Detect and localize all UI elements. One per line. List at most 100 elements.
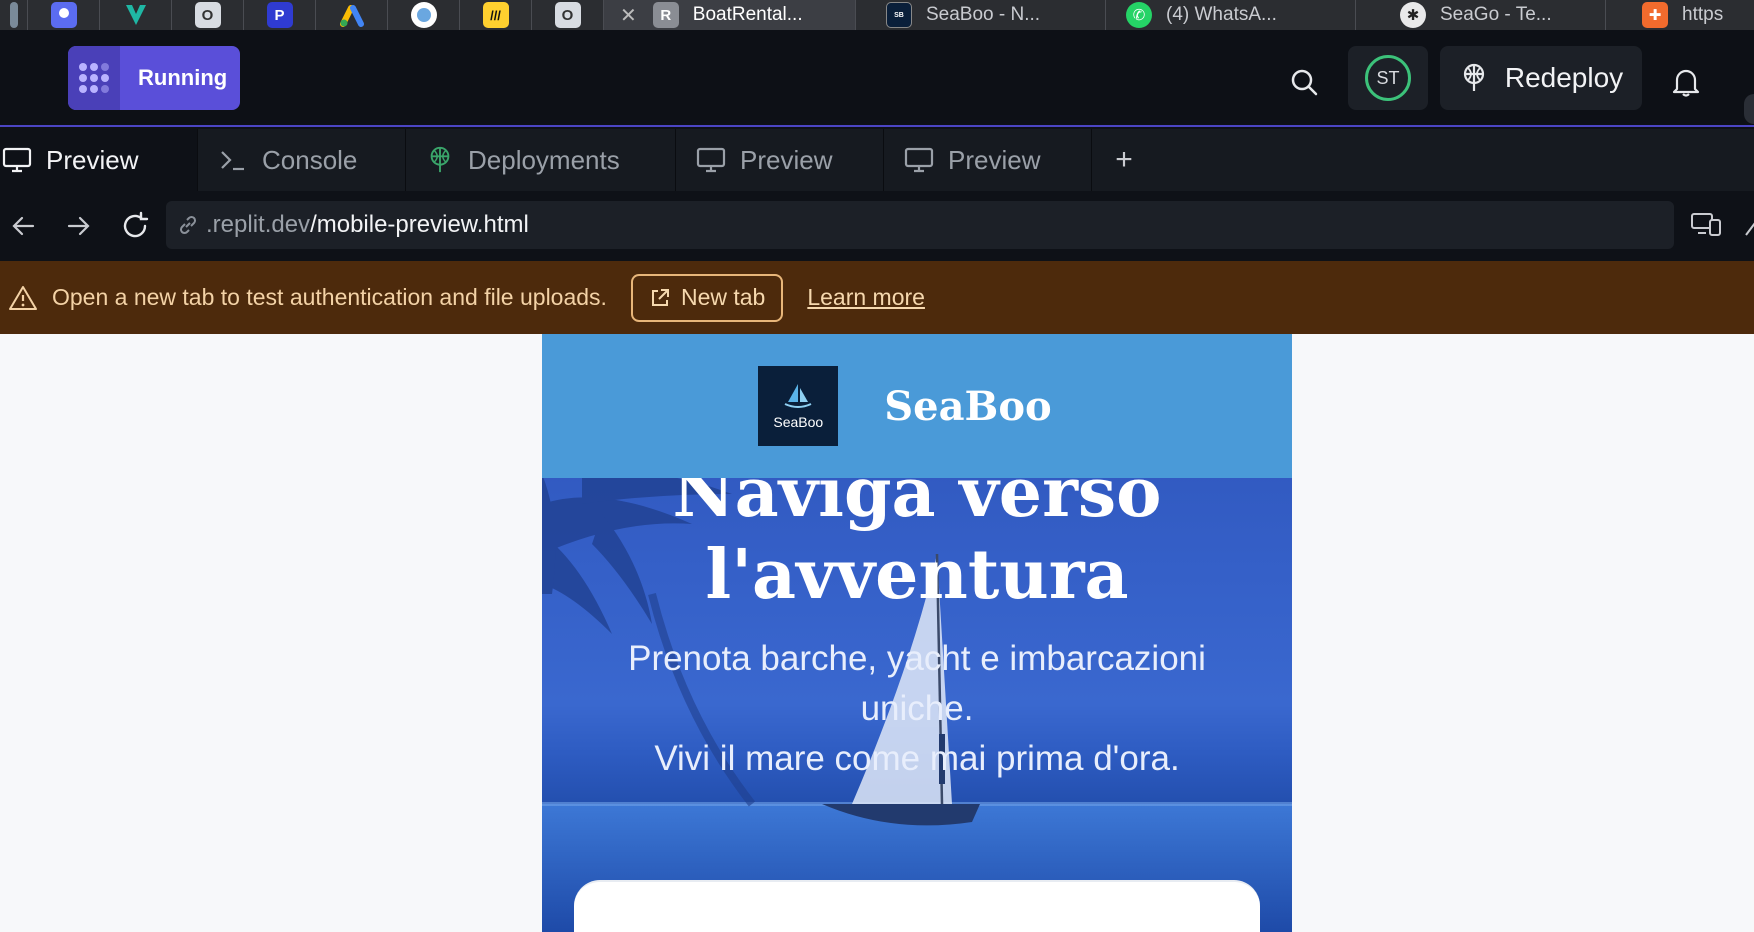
deploy-icon [1463,63,1484,91]
new-tab-button[interactable]: New tab [630,273,784,322]
run-label: Running [138,65,228,90]
tab-preview-3[interactable]: Preview [884,129,1092,191]
reload-button[interactable] [118,209,152,243]
run-dots-icon [68,46,120,110]
search-button[interactable] [1282,60,1326,104]
back-button[interactable] [6,209,40,243]
banner-message: Open a new tab to test authentication an… [52,284,607,310]
pinned-tab-4[interactable]: O [172,0,244,30]
preview-viewport: SeaBoo SeaBoo Naviga verso l'avventura P… [0,334,1754,932]
search-icon [1291,69,1318,96]
sailboat-icon [784,384,812,408]
device-toggle-button[interactable] [1690,209,1724,243]
redeploy-button[interactable]: Redeploy [1440,46,1642,110]
auth-warning-banner: Open a new tab to test authentication an… [0,261,1754,334]
logo-text: SeaBoo [773,414,824,430]
notifications-button[interactable] [1664,60,1708,104]
arrow-right-icon [67,216,90,236]
chatgpt-icon: ✱ [1400,2,1426,28]
o-app-icon: O [194,2,221,28]
hero-subtitle-line-1: Prenota barche, yacht e imbarcazioni [628,639,1206,678]
tab-title: SeaBoo - N... [926,4,1041,25]
tab-preview-active[interactable]: Preview [0,129,198,191]
pinned-tab-6[interactable] [316,0,388,30]
app-icon [9,2,18,28]
browser-tab-seaboo[interactable]: SB SeaBoo - N... [856,0,1106,30]
warning-icon [8,284,38,312]
app-icon-1 [50,2,77,28]
terminal-icon [221,151,244,171]
add-tab-button[interactable]: + [1092,129,1156,191]
miro-icon: /// [482,2,509,28]
pinned-tab-8[interactable]: /// [460,0,532,30]
external-link-icon [651,288,669,306]
tab-title: (4) WhatsA... [1166,4,1277,25]
tab-label: Console [262,144,358,175]
google-ads-icon [339,2,365,28]
hero-subtitle: Prenota barche, yacht e imbarcazioni uni… [582,634,1252,784]
url-path: /mobile-preview.html [310,211,529,238]
pinned-tab-2[interactable] [28,0,100,30]
new-tab-label: New tab [680,284,766,310]
close-icon[interactable]: ✕ [620,3,637,28]
tab-title: BoatRental... [692,4,803,25]
tab-deployments[interactable]: Deployments [406,129,676,191]
tab-label: Preview [948,144,1041,175]
browser-tab-https[interactable]: ✚ https [1606,0,1735,30]
url-input[interactable]: .replit.dev/mobile-preview.html [166,201,1674,249]
avatar-button[interactable]: ST [1348,46,1428,110]
tab-console[interactable]: Console [198,129,406,191]
arrow-left-icon [12,216,35,236]
tab-label: Deployments [468,144,620,175]
tab-label: Preview [740,144,833,175]
tab-preview-2[interactable]: Preview [676,129,884,191]
plus-icon: + [1115,143,1133,176]
hero-title-line-2: l'avventura [705,535,1129,615]
redeploy-label: Redeploy [1504,62,1624,93]
link-icon [179,215,197,235]
brand-name: SeaBoo [884,382,1052,430]
o-app-icon-2: O [554,2,581,28]
forward-button[interactable] [62,209,96,243]
replit-r-icon: R [652,2,679,28]
p-app-icon: P [266,2,293,28]
pinned-tab-9[interactable]: O [532,0,604,30]
browser-tab-strip: O P /// O ✕ R BoatRental... SB SeaBoo - … [0,0,1754,30]
tab-title: SeaGo - Te... [1440,4,1552,25]
browser-tab-whatsapp[interactable]: ✆ (4) WhatsA... [1106,0,1356,30]
monitor-icon [696,147,726,173]
globe-app-icon [410,2,437,28]
pinned-tab-7[interactable] [388,0,460,30]
open-external-button[interactable] [1742,209,1754,243]
url-host: .replit.dev [206,211,311,238]
search-card [574,880,1260,932]
pinned-tab-1[interactable] [0,0,28,30]
orange-app-icon: ✚ [1642,2,1668,28]
reload-icon [123,211,149,238]
monitor-icon [904,147,934,173]
hero-subtitle-line-2: uniche. [860,689,974,728]
browser-tab-seago[interactable]: ✱ SeaGo - Te... [1356,0,1606,30]
pinned-tab-3[interactable] [100,0,172,30]
panel-tabs: Preview Console Deployments Preview Prev… [0,129,1754,191]
browser-tab-active[interactable]: ✕ R BoatRental... [604,0,856,30]
tab-label: Preview [46,144,139,175]
site-header: SeaBoo SeaBoo [542,334,1292,478]
overflow-button[interactable] [1744,94,1754,124]
avatar: ST [1365,55,1411,101]
seaboo-icon: SB [886,2,912,28]
url-bar: .replit.dev/mobile-preview.html [0,191,1754,261]
vercel-like-icon [123,2,149,28]
run-button[interactable]: Running [68,46,240,110]
monitor-icon [2,147,32,173]
deploy-icon [430,146,450,173]
pinned-tab-5[interactable]: P [244,0,316,30]
pen-icon [1745,222,1754,236]
devices-icon [1691,213,1721,236]
tab-title: https [1682,4,1724,25]
site-logo[interactable]: SeaBoo [758,366,839,446]
learn-more-link[interactable]: Learn more [807,284,925,311]
whatsapp-icon: ✆ [1126,2,1152,28]
bell-icon [1672,69,1700,97]
hero-section: SeaBoo SeaBoo Naviga verso l'avventura P… [542,334,1292,932]
